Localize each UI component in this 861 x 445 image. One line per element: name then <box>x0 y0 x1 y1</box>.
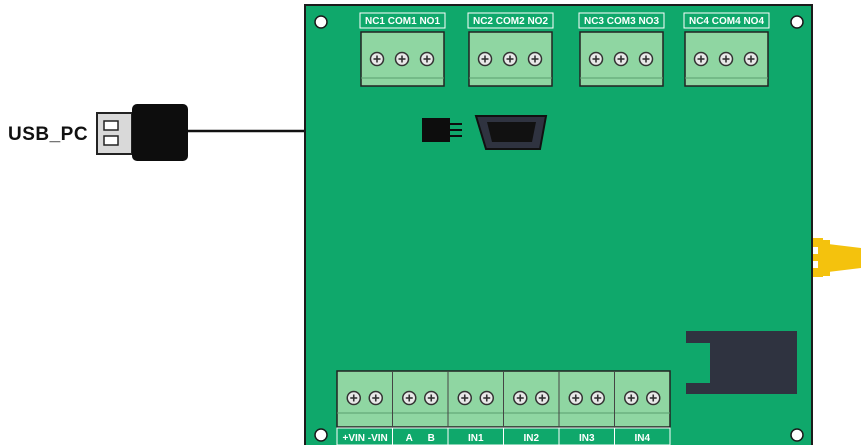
screw-bottom-10 <box>590 390 605 406</box>
mounting-hole-bottom-right <box>790 428 804 442</box>
bottom-label-b: B <box>428 433 435 444</box>
screw-com3 <box>613 51 629 67</box>
relay-group-4: NC4 COM4 NO4 <box>683 12 770 87</box>
relay-group-3: NC3 COM3 NO3 <box>578 12 665 87</box>
bottom-label-in3: IN3 <box>579 433 595 444</box>
screw-nc1 <box>369 51 385 67</box>
screw-bottom-2 <box>368 390 383 406</box>
bottom-label-vin: -VIN <box>368 433 388 444</box>
screw-nc3 <box>588 51 604 67</box>
bottom-label-in2: IN2 <box>523 433 539 444</box>
screw-bottom-11 <box>624 390 639 406</box>
bottom-label-vin: +VIN <box>342 433 365 444</box>
screw-bottom-7 <box>513 390 528 406</box>
screw-bottom-12 <box>646 390 661 406</box>
relay-group-label-2: NC2 COM2 NO2 <box>473 16 548 27</box>
relay-group-1: NC1 COM1 NO1 <box>359 12 446 87</box>
screw-com4 <box>718 51 734 67</box>
screw-com2 <box>502 51 518 67</box>
bottom-label-a: A <box>406 433 413 444</box>
usb-plug-body <box>132 104 188 161</box>
antenna-connector <box>806 238 861 277</box>
board-diagram: NC1 COM1 NO1 NC2 COM2 NO2 NC3 COM3 NO3 NC4 … <box>96 4 861 445</box>
mounting-hole-top-right <box>790 15 804 29</box>
relay-group-label-3: NC3 COM3 NO3 <box>584 16 659 27</box>
usb-plug-slot-top <box>103 120 119 131</box>
screw-bottom-1 <box>346 390 361 406</box>
bottom-label-in4: IN4 <box>634 433 650 444</box>
screw-nc4 <box>693 51 709 67</box>
mounting-hole-bottom-left <box>314 428 328 442</box>
screw-bottom-8 <box>535 390 550 406</box>
screw-bottom-9 <box>568 390 583 406</box>
usb-plug-metal <box>96 112 133 155</box>
screw-no1 <box>419 51 435 67</box>
screw-bottom-6 <box>479 390 494 406</box>
screw-bottom-3 <box>402 390 417 406</box>
relay-group-label-1: NC1 COM1 NO1 <box>365 16 440 27</box>
mounting-hole-top-left <box>314 15 328 29</box>
relay-group-label-4: NC4 COM4 NO4 <box>689 16 764 27</box>
bottom-terminal-block: +VIN -VIN A B IN1 IN2 IN3 IN4 <box>336 370 671 445</box>
screw-no4 <box>743 51 759 67</box>
screw-nc2 <box>477 51 493 67</box>
sim-module-block <box>686 331 797 394</box>
screw-no2 <box>527 51 543 67</box>
screw-bottom-5 <box>457 390 472 406</box>
usb-plug <box>96 104 188 161</box>
screw-no3 <box>638 51 654 67</box>
usb-plug-slot-bottom <box>103 135 119 146</box>
screw-bottom-4 <box>424 390 439 406</box>
usb-board-socket <box>474 115 548 150</box>
relay-group-2: NC2 COM2 NO2 <box>467 12 554 87</box>
screw-com1 <box>394 51 410 67</box>
bottom-label-in1: IN1 <box>468 433 484 444</box>
